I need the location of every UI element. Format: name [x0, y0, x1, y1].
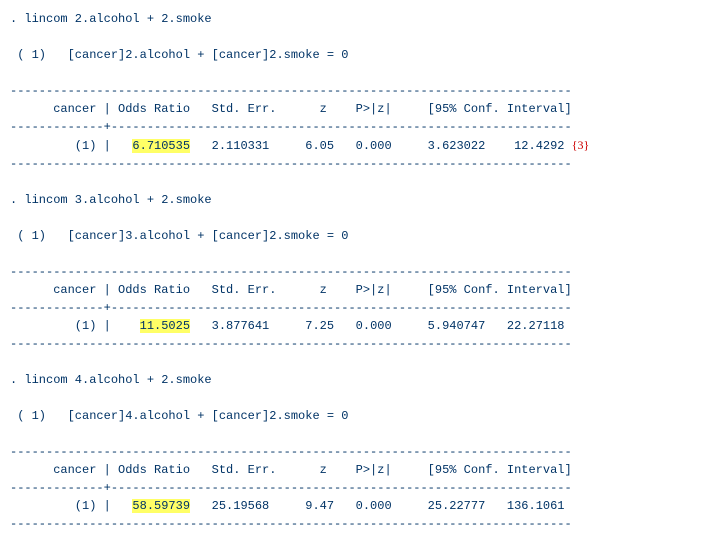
row-prefix: (1) | — [10, 319, 140, 333]
lincom-block: . lincom 2.alcohol + 2.smoke ( 1) [cance… — [10, 10, 720, 191]
constraint-line: ( 1) [cancer]4.alcohol + [cancer]2.smoke… — [10, 407, 720, 425]
blank-line — [10, 64, 720, 82]
odds-ratio: 58.59739 — [132, 499, 190, 513]
table-mid-rule: -------------+--------------------------… — [10, 299, 720, 317]
blank-line — [10, 389, 720, 407]
table-rule: ----------------------------------------… — [10, 155, 720, 173]
annotation: {3} — [572, 138, 590, 152]
table-header: cancer | Odds Ratio Std. Err. z P>|z| [9… — [10, 100, 720, 118]
blank-line — [10, 425, 720, 443]
table-row: (1) | 11.5025 3.877641 7.25 0.000 5.9407… — [10, 317, 720, 335]
blank-line — [10, 173, 720, 191]
row-prefix: (1) | — [10, 139, 132, 153]
command-line: . lincom 4.alcohol + 2.smoke — [10, 371, 720, 389]
table-mid-rule: -------------+--------------------------… — [10, 118, 720, 136]
table-rule: ----------------------------------------… — [10, 443, 720, 461]
lincom-block: . lincom 4.alcohol + 2.smoke ( 1) [cance… — [10, 371, 720, 551]
table-rule: ----------------------------------------… — [10, 335, 720, 353]
blank-line — [10, 533, 720, 551]
table-rule: ----------------------------------------… — [10, 515, 720, 533]
table-header: cancer | Odds Ratio Std. Err. z P>|z| [9… — [10, 461, 720, 479]
constraint-prefix: ( 1) — [10, 409, 68, 423]
table-rule: ----------------------------------------… — [10, 82, 720, 100]
constraint-text: [cancer]4.alcohol + [cancer]2.smoke = 0 — [68, 409, 349, 423]
lincom-block: . lincom 3.alcohol + 2.smoke ( 1) [cance… — [10, 191, 720, 371]
table-row: (1) | 6.710535 2.110331 6.05 0.000 3.623… — [10, 136, 720, 155]
table-header: cancer | Odds Ratio Std. Err. z P>|z| [9… — [10, 281, 720, 299]
blank-line — [10, 353, 720, 371]
constraint-text: [cancer]3.alcohol + [cancer]2.smoke = 0 — [68, 229, 349, 243]
row-suffix: 3.877641 7.25 0.000 5.940747 22.27118 — [190, 319, 564, 333]
constraint-line: ( 1) [cancer]2.alcohol + [cancer]2.smoke… — [10, 46, 720, 64]
constraint-text: [cancer]2.alcohol + [cancer]2.smoke = 0 — [68, 48, 349, 62]
row-suffix: 2.110331 6.05 0.000 3.623022 12.4292 — [190, 139, 564, 153]
command-line: . lincom 2.alcohol + 2.smoke — [10, 10, 720, 28]
command-line: . lincom 3.alcohol + 2.smoke — [10, 191, 720, 209]
blank-line — [10, 209, 720, 227]
odds-ratio: 6.710535 — [132, 139, 190, 153]
blank-line — [10, 245, 720, 263]
row-prefix: (1) | — [10, 499, 132, 513]
constraint-prefix: ( 1) — [10, 229, 68, 243]
constraint-line: ( 1) [cancer]3.alcohol + [cancer]2.smoke… — [10, 227, 720, 245]
table-rule: ----------------------------------------… — [10, 263, 720, 281]
blank-line — [10, 28, 720, 46]
constraint-prefix: ( 1) — [10, 48, 68, 62]
table-row: (1) | 58.59739 25.19568 9.47 0.000 25.22… — [10, 497, 720, 515]
odds-ratio: 11.5025 — [140, 319, 190, 333]
row-suffix: 25.19568 9.47 0.000 25.22777 136.1061 — [190, 499, 564, 513]
spacer — [565, 139, 572, 153]
table-mid-rule: -------------+--------------------------… — [10, 479, 720, 497]
